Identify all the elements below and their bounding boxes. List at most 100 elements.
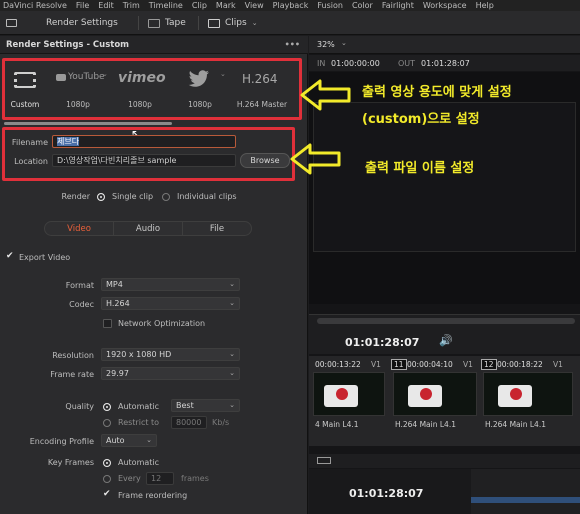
restrict-bitrate-input[interactable]: 80000 bbox=[171, 416, 207, 429]
key-frames-label: Key Frames bbox=[47, 458, 94, 467]
clip-track: V1 bbox=[371, 360, 381, 369]
individual-clips-radio[interactable] bbox=[162, 193, 170, 201]
menu-item[interactable]: Fairlight bbox=[382, 0, 414, 11]
codec-select[interactable]: H.264 ⌄ bbox=[101, 297, 240, 310]
restrict-to-label: Restrict to bbox=[118, 418, 160, 427]
clip-number: 11 bbox=[391, 359, 407, 370]
viewer-timecode: 01:01:28:07 bbox=[345, 336, 420, 349]
clip-item[interactable]: 12 00:00:18:22 V1 H.264 Main L4.1 bbox=[481, 359, 577, 440]
in-out-bar: IN 01:00:00:00 OUT 01:01:28:07 bbox=[309, 55, 580, 71]
menu-item[interactable]: DaVinci Resolve bbox=[3, 0, 67, 11]
tape-button[interactable]: Tape bbox=[148, 17, 186, 29]
codec-label: Codec bbox=[69, 300, 94, 309]
clip-time: 00:00:13:22 bbox=[315, 360, 361, 369]
timeline-track bbox=[471, 469, 580, 514]
network-optimization-checkbox[interactable] bbox=[103, 319, 112, 328]
zoom-level[interactable]: 32% bbox=[317, 40, 335, 49]
encoding-profile-label: Encoding Profile bbox=[29, 437, 94, 446]
timeline-view-icon[interactable] bbox=[317, 457, 331, 464]
monitor-icon bbox=[6, 19, 17, 27]
chevron-down-icon: ⌄ bbox=[341, 39, 347, 47]
in-label: IN bbox=[317, 59, 326, 68]
mug-logo bbox=[510, 388, 522, 400]
arrow-left-icon bbox=[290, 143, 341, 175]
resolution-select[interactable]: 1920 x 1080 HD ⌄ bbox=[101, 348, 240, 361]
frames-label: frames bbox=[181, 474, 209, 483]
format-select[interactable]: MP4 ⌄ bbox=[101, 278, 240, 291]
clips-label: Clips bbox=[225, 18, 247, 28]
tab-audio[interactable]: Audio bbox=[113, 221, 183, 236]
annotation-preset-line2: (custom)으로 설정 bbox=[362, 112, 480, 127]
preset-scrollbar[interactable] bbox=[4, 122, 172, 125]
menu-item[interactable]: Timeline bbox=[149, 0, 183, 11]
quality-select[interactable]: Best ⌄ bbox=[171, 399, 240, 412]
quality-label: Quality bbox=[65, 402, 94, 411]
chevron-down-icon: ⌄ bbox=[229, 350, 235, 358]
clip-thumbnail bbox=[483, 372, 573, 416]
render-settings-label: Render Settings bbox=[46, 18, 118, 28]
quality-automatic-radio[interactable] bbox=[103, 403, 111, 411]
clip-codec: 4 Main L4.1 bbox=[315, 420, 359, 429]
encoding-profile-select[interactable]: Auto ⌄ bbox=[101, 434, 157, 447]
tab-video[interactable]: Video bbox=[44, 221, 114, 236]
frame-rate-label: Frame rate bbox=[50, 370, 94, 379]
clip-item[interactable]: 11 00:00:04:10 V1 H.264 Main L4.1 bbox=[391, 359, 477, 440]
clip-track: V1 bbox=[553, 360, 563, 369]
single-clip-radio[interactable] bbox=[97, 193, 105, 201]
menu-item[interactable]: View bbox=[245, 0, 264, 11]
timeline-timecode: 01:01:28:07 bbox=[349, 487, 424, 500]
speaker-icon[interactable]: 🔊 bbox=[439, 334, 453, 347]
clip-time: 00:00:18:22 bbox=[497, 360, 543, 369]
restrict-to-radio[interactable] bbox=[103, 419, 111, 427]
mug-logo bbox=[336, 388, 348, 400]
frame-reordering-checkbox[interactable]: ✔ bbox=[103, 490, 112, 499]
menu-item[interactable]: Color bbox=[352, 0, 373, 11]
every-label: Every bbox=[118, 474, 141, 483]
highlight-box-filename bbox=[2, 127, 295, 181]
menu-item[interactable]: Fusion bbox=[317, 0, 343, 11]
chevron-down-icon: ⌄ bbox=[251, 19, 258, 27]
menu-item[interactable]: Edit bbox=[98, 0, 114, 11]
menu-item[interactable]: Mark bbox=[216, 0, 236, 11]
clips-button[interactable]: Clips ⌄ bbox=[208, 17, 258, 29]
export-video-checkbox[interactable]: ✔ bbox=[6, 252, 15, 261]
out-label: OUT bbox=[398, 59, 416, 68]
menu-item[interactable]: Playback bbox=[273, 0, 309, 11]
render-settings-button[interactable]: Render Settings bbox=[6, 17, 118, 29]
annotation-filename: 출력 파일 이름 설정 bbox=[365, 161, 475, 176]
single-clip-label: Single clip bbox=[112, 192, 154, 201]
chevron-down-icon: ⌄ bbox=[229, 369, 235, 377]
menu-item[interactable]: Trim bbox=[123, 0, 140, 11]
chevron-down-icon: ⌄ bbox=[146, 436, 152, 444]
arrow-left-icon bbox=[300, 79, 351, 111]
highlight-box-presets bbox=[2, 58, 302, 120]
tape-icon bbox=[148, 18, 160, 28]
clips-icon bbox=[208, 18, 220, 28]
menu-item[interactable]: Help bbox=[476, 0, 494, 11]
menu-bar: DaVinci Resolve File Edit Trim Timeline Clip M… bbox=[0, 0, 580, 11]
key-frames-automatic-radio[interactable] bbox=[103, 459, 111, 467]
chevron-down-icon: ⌄ bbox=[229, 401, 235, 409]
timeline-toolbar bbox=[309, 454, 580, 468]
menu-item[interactable]: Workspace bbox=[423, 0, 467, 11]
chevron-down-icon: ⌄ bbox=[229, 299, 235, 307]
key-frames-automatic-label: Automatic bbox=[118, 458, 160, 467]
frame-rate-select[interactable]: 29.97 ⌄ bbox=[101, 367, 240, 380]
key-frames-every-radio[interactable] bbox=[103, 475, 111, 483]
tab-file[interactable]: File bbox=[182, 221, 252, 236]
scrub-bar[interactable] bbox=[317, 318, 575, 324]
clip-item[interactable]: 00:00:13:22 V1 4 Main L4.1 bbox=[311, 360, 387, 440]
menu-item[interactable]: Clip bbox=[192, 0, 207, 11]
key-frames-every-input[interactable]: 12 bbox=[146, 472, 174, 485]
tape-label: Tape bbox=[165, 18, 186, 28]
clip-thumbnail bbox=[393, 372, 477, 416]
clip-thumbnail bbox=[313, 372, 385, 416]
timeline-clip[interactable] bbox=[471, 497, 580, 503]
chevron-down-icon: ⌄ bbox=[229, 280, 235, 288]
annotation-preset-line1: 출력 영상 용도에 맞게 설정 bbox=[362, 85, 512, 100]
menu-item[interactable]: File bbox=[76, 0, 89, 11]
panel-header: Render Settings - Custom ••• bbox=[0, 36, 308, 54]
more-options-icon[interactable]: ••• bbox=[285, 36, 300, 54]
bitrate-unit-label: Kb/s bbox=[212, 418, 230, 427]
mug-logo bbox=[420, 388, 432, 400]
